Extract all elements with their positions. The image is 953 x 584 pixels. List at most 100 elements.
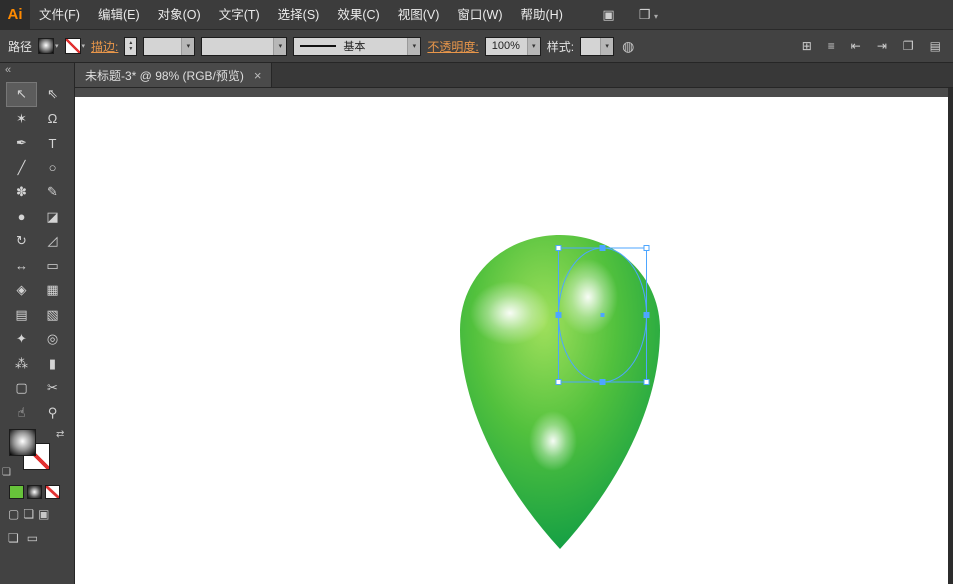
selection-tool[interactable]: ↖ <box>6 82 37 107</box>
stroke-width-stepper[interactable]: ▲ ▼ <box>124 36 138 56</box>
column-graph-tool[interactable]: ▮ <box>37 352 68 377</box>
anchor-point-left[interactable] <box>556 313 561 317</box>
brush-definition-label: 基本 <box>343 41 366 53</box>
highlight-blob-top-right <box>558 259 618 335</box>
draw-behind-mode-icon[interactable]: ❏ <box>23 507 34 521</box>
control-bar: 路径 ▾ ▾ 描边: ▲ ▼ ▾ ▾ 基本 ▾ 不透明度: 100% ▾ 样式:… <box>0 30 953 63</box>
stroke-width-dropdown[interactable]: ▾ <box>143 36 196 56</box>
fill-color-swatch <box>38 38 55 54</box>
transform-panel-icon[interactable]: ⊞ <box>802 39 812 53</box>
zoom-tool[interactable]: ⚲ <box>37 401 68 426</box>
line-segment-tool[interactable]: ╱ <box>6 156 37 181</box>
menu-effect[interactable]: 效果(C) <box>328 0 388 30</box>
eraser-tool[interactable]: ◪ <box>37 205 68 230</box>
menu-select[interactable]: 选择(S) <box>269 0 329 30</box>
anchor-point-top[interactable] <box>600 246 605 250</box>
distribute-horizontal-icon[interactable]: ⇤ <box>851 39 861 53</box>
align-panel-icon[interactable]: ≡ <box>828 39 835 53</box>
pen-tool[interactable]: ✒ <box>6 131 37 156</box>
blend-tool[interactable]: ◎ <box>37 327 68 352</box>
hand-tool[interactable]: ☝ <box>6 401 37 426</box>
selection-handle-bottom-left[interactable] <box>555 379 562 385</box>
fill-color-dropdown[interactable]: ▾ <box>38 38 59 54</box>
screen-mode-alt-icon[interactable]: ▭ <box>27 531 38 545</box>
scale-tool[interactable]: ◿ <box>37 229 68 254</box>
slice-tool[interactable]: ✂ <box>37 376 68 401</box>
green-egg-shape[interactable] <box>460 235 660 549</box>
width-profile-dropdown[interactable]: ▾ <box>201 36 288 56</box>
stepper-down-icon: ▼ <box>128 46 134 52</box>
type-tool[interactable]: T <box>37 131 68 156</box>
menu-help[interactable]: 帮助(H) <box>512 0 572 30</box>
opacity-panel-link[interactable]: 不透明度: <box>427 38 478 55</box>
document-tab[interactable]: 未标题-3* @ 98% (RGB/预览) × <box>75 63 273 87</box>
menu-file[interactable]: 文件(F) <box>30 0 89 30</box>
free-transform-tool[interactable]: ▭ <box>37 254 68 279</box>
color-button[interactable] <box>9 485 24 499</box>
document-setup-icon[interactable]: ▤ <box>930 39 941 53</box>
blob-brush-tool[interactable]: ● <box>6 205 37 230</box>
panel-collapse-button[interactable]: « <box>0 63 74 80</box>
width-tool[interactable]: ↔ <box>6 254 37 279</box>
anchor-point-bottom[interactable] <box>600 380 605 384</box>
stroke-color-dropdown[interactable]: ▾ <box>64 38 85 54</box>
none-button[interactable] <box>45 485 60 499</box>
chevron-down-icon: ▾ <box>526 37 540 55</box>
document-tab-bar: 未标题-3* @ 98% (RGB/预览) × <box>75 63 953 88</box>
paintbrush-tool[interactable]: ✽ <box>6 180 37 205</box>
draw-normal-mode-icon[interactable]: ▢ <box>8 507 19 521</box>
right-scrollbar[interactable] <box>948 88 953 584</box>
style-dropdown[interactable]: ▾ <box>580 36 615 56</box>
lasso-tool[interactable]: Ω <box>37 107 68 132</box>
menu-view[interactable]: 视图(V) <box>389 0 449 30</box>
opacity-dropdown[interactable]: 100% ▾ <box>484 36 541 56</box>
anchor-point-center[interactable] <box>600 313 605 317</box>
symbol-sprayer-tool[interactable]: ⁂ <box>6 352 37 377</box>
rotate-tool[interactable]: ↻ <box>6 229 37 254</box>
direct-selection-tool[interactable]: ⇖ <box>37 82 68 107</box>
selection-handle-top-right[interactable] <box>643 245 650 251</box>
canvas-viewport <box>75 88 953 584</box>
artboard[interactable] <box>75 97 948 584</box>
menu-bar: Ai 文件(F) 编辑(E) 对象(O) 文字(T) 选择(S) 效果(C) 视… <box>0 0 953 30</box>
distribute-vertical-icon[interactable]: ⇥ <box>877 39 887 53</box>
anchor-point-right[interactable] <box>644 313 649 317</box>
selection-handle-bottom-right[interactable] <box>643 379 650 385</box>
gradient-button[interactable] <box>27 485 42 499</box>
mesh-tool[interactable]: ▤ <box>6 303 37 328</box>
document-tab-title: 未标题-3* @ 98% (RGB/预览) <box>85 68 244 83</box>
shape-builder-tool[interactable]: ◈ <box>6 278 37 303</box>
magic-wand-tool[interactable]: ✶ <box>6 107 37 132</box>
brush-definition-dropdown[interactable]: 基本 ▾ <box>293 36 422 56</box>
pencil-tool[interactable]: ✎ <box>37 180 68 205</box>
gradient-tool[interactable]: ▧ <box>37 303 68 328</box>
bridge-icon[interactable]: ▣ <box>602 7 614 23</box>
chevron-down-icon: ▾ <box>653 11 658 21</box>
drawing-mode-buttons: ▢ ❏ ▣ <box>0 507 74 521</box>
menu-window[interactable]: 窗口(W) <box>448 0 511 30</box>
arrange-documents-icon[interactable]: ❐ <box>903 39 914 53</box>
stroke-panel-link[interactable]: 描边: <box>91 38 118 55</box>
artboard-tool[interactable]: ▢ <box>6 376 37 401</box>
fill-stroke-indicator: ❏ ⇄ <box>0 429 74 481</box>
ellipse-tool[interactable]: ○ <box>37 156 68 181</box>
artwork-svg <box>460 235 660 549</box>
chevron-down-icon: ▾ <box>600 37 614 55</box>
menu-object[interactable]: 对象(O) <box>149 0 210 30</box>
default-fill-stroke-icon[interactable]: ❏ <box>2 467 11 478</box>
workspace-switcher-icon[interactable]: ❒ ▾ <box>639 7 658 23</box>
document-info-globe-icon[interactable]: ◍ <box>622 38 634 55</box>
eyedropper-tool[interactable]: ✦ <box>6 327 37 352</box>
app-logo: Ai <box>0 0 30 30</box>
perspective-grid-tool[interactable]: ▦ <box>37 278 68 303</box>
workspace-icon: ❒ <box>638 6 651 22</box>
screen-mode-icon[interactable]: ❏ <box>8 531 19 545</box>
draw-inside-mode-icon[interactable]: ▣ <box>38 507 49 521</box>
selection-handle-top-left[interactable] <box>555 245 562 251</box>
color-mode-buttons <box>0 485 74 499</box>
close-icon[interactable]: × <box>254 68 262 83</box>
menu-type[interactable]: 文字(T) <box>210 0 269 30</box>
fill-proxy-gradient[interactable] <box>9 429 36 456</box>
swap-fill-stroke-icon[interactable]: ⇄ <box>56 429 64 440</box>
menu-edit[interactable]: 编辑(E) <box>89 0 149 30</box>
